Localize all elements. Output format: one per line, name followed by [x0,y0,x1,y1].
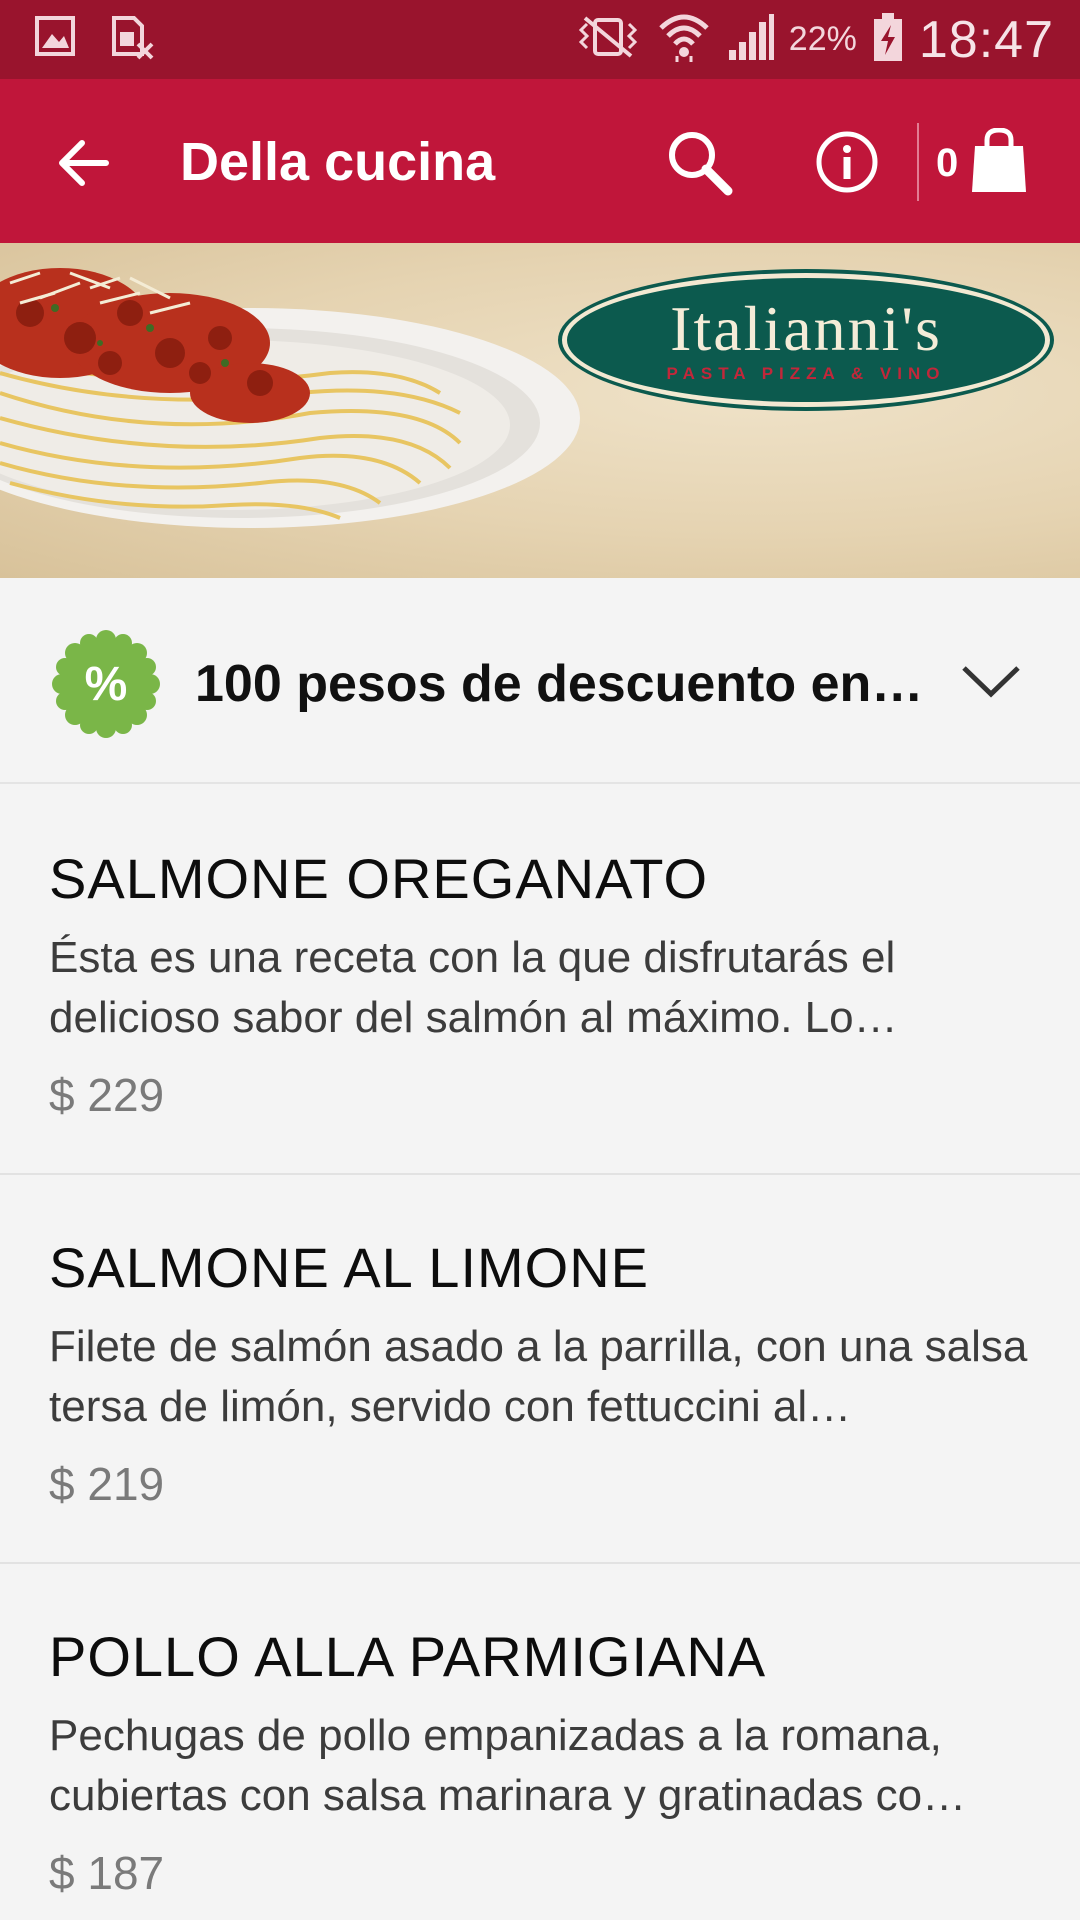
menu-item[interactable]: SALMONE OREGANATO Ésta es una receta con… [0,786,1080,1175]
search-icon [662,132,738,205]
status-indicators: 22% 18:47 [573,0,1054,79]
restaurant-logo: Italianni's PASTA PIZZA & VINO [562,273,1050,407]
app-bar-divider [917,123,919,201]
menu-item-description: Pechugas de pollo empanizadas a la roman… [49,1711,967,1820]
battery-charging-icon [871,11,905,68]
status-bar: 22% 18:47 [0,0,1080,79]
menu-item-description: Filete de salmón asado a la parrilla, co… [49,1322,1028,1431]
menu-item-price: $ 229 [49,1069,165,1121]
menu-item[interactable]: POLLO ALLA PARMIGIANA Pechugas de pollo … [0,1564,1080,1920]
battery-percent: 22% [788,20,857,58]
menu-item-name: SALMONE OREGANATO [49,847,709,910]
info-button[interactable] [812,127,882,197]
image-icon [34,14,76,67]
promo-text: 100 pesos de descuento en… [195,655,924,713]
logo-tagline: PASTA PIZZA & VINO [666,364,946,383]
cart-count: 0 [936,140,959,185]
menu-list: SALMONE OREGANATO Ésta es una receta con… [0,786,1080,1920]
vibrate-icon [573,14,643,65]
cart-button[interactable]: 0 [936,123,1056,203]
no-sim-icon [108,14,156,67]
wifi-icon [657,12,711,67]
logo-name: Italianni's [670,293,942,364]
status-clock: 18:47 [918,10,1054,69]
status-notifications [34,14,156,67]
menu-item-name: SALMONE AL LIMONE [49,1236,649,1299]
page-title: Della cucina [180,132,496,192]
discount-badge-icon: % [52,630,160,738]
app-bar: Della cucina 0 [0,79,1080,243]
back-button[interactable] [52,131,116,195]
pasta-dish-image [0,268,580,528]
promo-row[interactable]: % 100 pesos de descuento en… [0,578,1080,784]
menu-item-name: POLLO ALLA PARMIGIANA [49,1625,767,1688]
signal-icon [725,12,775,67]
menu-item-description: Ésta es una receta con la que disfrutará… [49,933,898,1042]
restaurant-banner: Italianni's PASTA PIZZA & VINO [0,243,1080,578]
menu-item-price: $ 187 [49,1847,165,1899]
badge-symbol: % [85,658,128,711]
menu-item-price: $ 219 [49,1458,165,1510]
search-button[interactable] [662,125,738,201]
back-arrow-icon [52,140,116,199]
chevron-down-icon[interactable] [960,656,1022,706]
info-icon [812,131,882,201]
shopping-bag-icon [970,126,1028,199]
menu-item[interactable]: SALMONE AL LIMONE Filete de salmón asado… [0,1175,1080,1564]
